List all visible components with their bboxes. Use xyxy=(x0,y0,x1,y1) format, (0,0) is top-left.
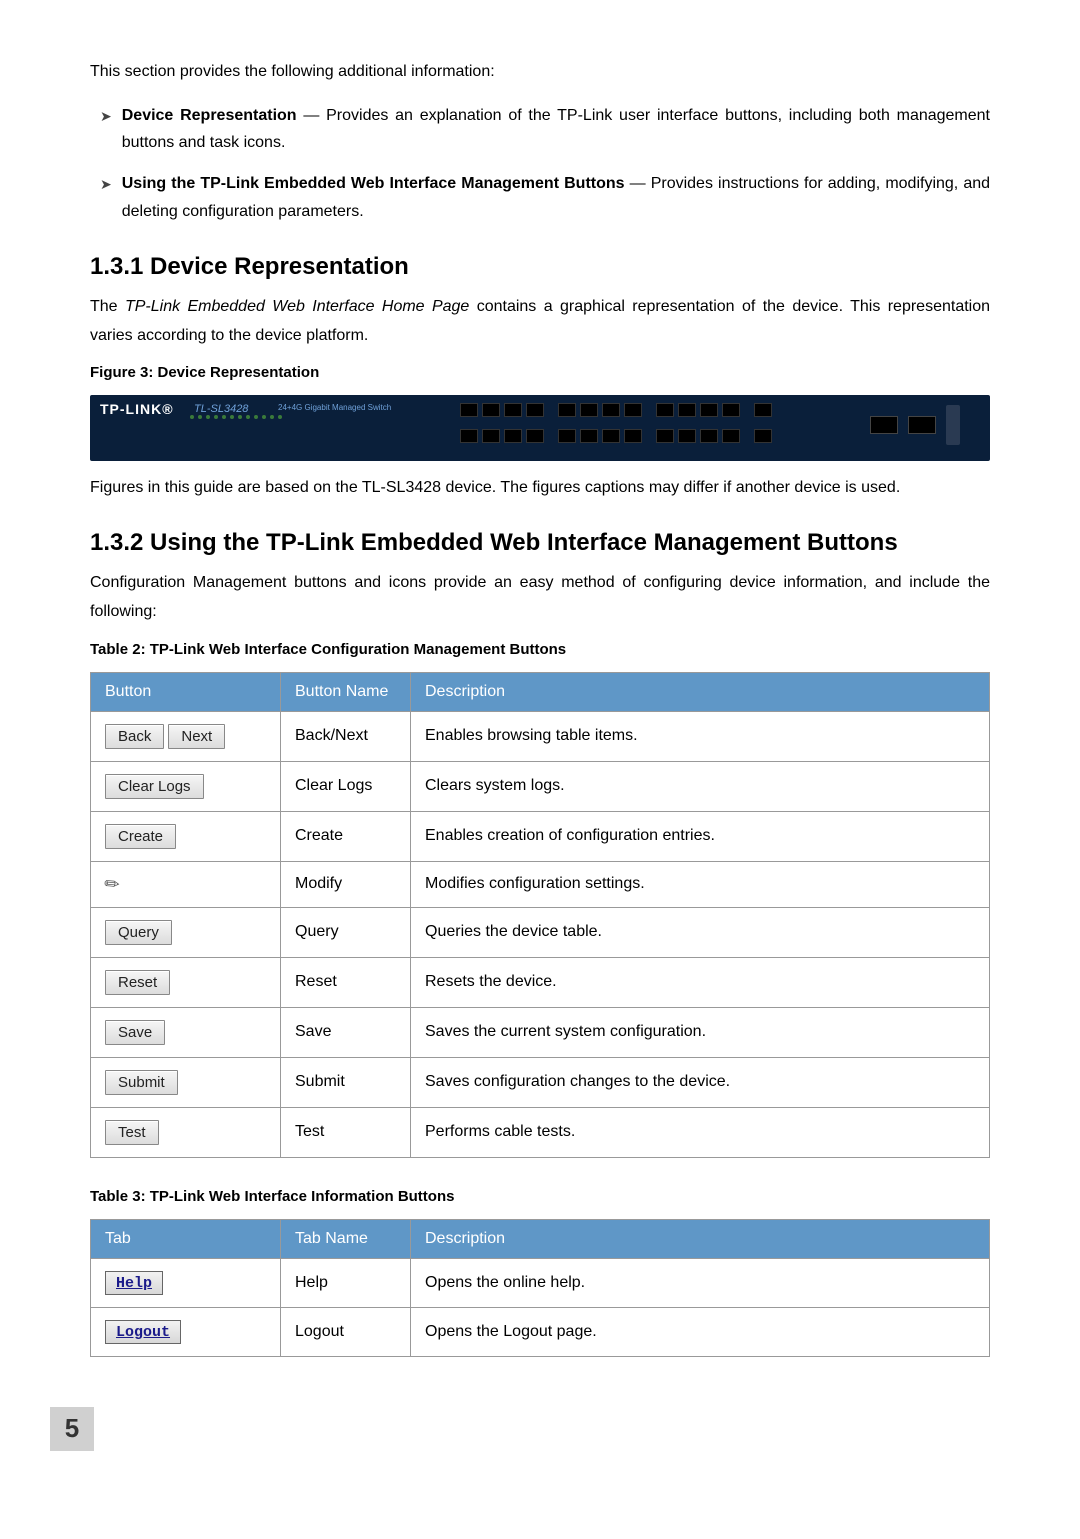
figure-3-caption: Figure 3: Device Representation xyxy=(90,364,990,381)
table-row: QueryQueryQueries the device table. xyxy=(91,907,990,957)
intro-text: This section provides the following addi… xyxy=(90,60,990,84)
table-2-header-button: Button xyxy=(91,672,281,711)
button-cell: Clear Logs xyxy=(91,761,281,811)
back-button[interactable]: Back xyxy=(105,724,164,749)
table-2-caption: Table 2: TP-Link Web Interface Configura… xyxy=(90,641,990,658)
save-button[interactable]: Save xyxy=(105,1020,165,1045)
button-name-cell: Create xyxy=(281,811,411,861)
button-desc-cell: Enables browsing table items. xyxy=(411,711,990,761)
tab-desc-cell: Opens the online help. xyxy=(411,1258,990,1307)
bullet-list: ➤ Device Representation — Provides an ex… xyxy=(100,102,990,225)
table-row: ✎ ModifyModifies configuration settings. xyxy=(91,861,990,907)
button-name-cell: Save xyxy=(281,1007,411,1057)
table-3-header-tab: Tab xyxy=(91,1219,281,1258)
query-button[interactable]: Query xyxy=(105,920,172,945)
help-link-button[interactable]: Help xyxy=(105,1271,163,1295)
button-cell: Submit xyxy=(91,1057,281,1107)
button-cell: ✎ xyxy=(91,861,281,907)
test-button[interactable]: Test xyxy=(105,1120,159,1145)
table-row: LogoutLogoutOpens the Logout page. xyxy=(91,1307,990,1356)
table-2-header-desc: Description xyxy=(411,672,990,711)
bullet-item: ➤ Device Representation — Provides an ex… xyxy=(100,102,990,156)
create-button[interactable]: Create xyxy=(105,824,176,849)
device-model: TL-SL3428 xyxy=(194,403,248,415)
table-3-header-name: Tab Name xyxy=(281,1219,411,1258)
button-name-cell: Test xyxy=(281,1107,411,1157)
section-heading-132: 1.3.2 Using the TP-Link Embedded Web Int… xyxy=(90,529,990,557)
submit-button[interactable]: Submit xyxy=(105,1070,178,1095)
table-2-header-name: Button Name xyxy=(281,672,411,711)
pencil-icon[interactable]: ✎ xyxy=(100,871,125,897)
bullet-dash: — xyxy=(297,107,327,124)
table-row: TestTestPerforms cable tests. xyxy=(91,1107,990,1157)
tab-desc-cell: Opens the Logout page. xyxy=(411,1307,990,1356)
device-representation-figure: TP-LINK® TL-SL3428 24+4G Gigabit Managed… xyxy=(90,395,990,461)
button-cell: Reset xyxy=(91,957,281,1007)
table-row: SaveSaveSaves the current system configu… xyxy=(91,1007,990,1057)
button-desc-cell: Clears system logs. xyxy=(411,761,990,811)
button-name-cell: Submit xyxy=(281,1057,411,1107)
button-name-cell: Query xyxy=(281,907,411,957)
button-cell: Create xyxy=(91,811,281,861)
section-131-para: The TP-Link Embedded Web Interface Home … xyxy=(90,293,990,351)
device-brand: TP-LINK® xyxy=(100,401,174,417)
logout-link-button[interactable]: Logout xyxy=(105,1320,181,1344)
page-number: 5 xyxy=(65,1413,79,1444)
button-desc-cell: Performs cable tests. xyxy=(411,1107,990,1157)
button-desc-cell: Resets the device. xyxy=(411,957,990,1007)
tab-name-cell: Help xyxy=(281,1258,411,1307)
reset-button[interactable]: Reset xyxy=(105,970,170,995)
next-button[interactable]: Next xyxy=(168,724,225,749)
table-3-caption: Table 3: TP-Link Web Interface Informati… xyxy=(90,1188,990,1205)
section-heading-131: 1.3.1 Device Representation xyxy=(90,253,990,281)
tab-cell: Logout xyxy=(91,1307,281,1356)
bullet-arrow-icon: ➤ xyxy=(100,173,112,224)
device-desc: 24+4G Gigabit Managed Switch xyxy=(278,403,391,412)
tab-cell: Help xyxy=(91,1258,281,1307)
table-3: Tab Tab Name Description HelpHelpOpens t… xyxy=(90,1219,990,1357)
bullet-arrow-icon: ➤ xyxy=(100,105,112,156)
button-name-cell: Clear Logs xyxy=(281,761,411,811)
button-cell: Test xyxy=(91,1107,281,1157)
button-name-cell: Modify xyxy=(281,861,411,907)
table-row: ResetResetResets the device. xyxy=(91,957,990,1007)
bullet-item: ➤ Using the TP-Link Embedded Web Interfa… xyxy=(100,170,990,224)
table-row: SubmitSubmitSaves configuration changes … xyxy=(91,1057,990,1107)
button-desc-cell: Modifies configuration settings. xyxy=(411,861,990,907)
section-132-para: Configuration Management buttons and ico… xyxy=(90,569,990,627)
button-desc-cell: Saves configuration changes to the devic… xyxy=(411,1057,990,1107)
para-text: The xyxy=(90,298,125,315)
figure-note: Figures in this guide are based on the T… xyxy=(90,475,990,501)
button-cell: Save xyxy=(91,1007,281,1057)
bullet-dash: — xyxy=(625,175,651,192)
button-desc-cell: Queries the device table. xyxy=(411,907,990,957)
button-name-cell: Back/Next xyxy=(281,711,411,761)
button-desc-cell: Saves the current system configuration. xyxy=(411,1007,990,1057)
bullet-title: Using the TP-Link Embedded Web Interface… xyxy=(122,175,625,192)
button-name-cell: Reset xyxy=(281,957,411,1007)
bullet-title: Device Representation xyxy=(122,107,297,124)
table-row: Clear LogsClear LogsClears system logs. xyxy=(91,761,990,811)
table-row: BackNextBack/NextEnables browsing table … xyxy=(91,711,990,761)
table-3-header-desc: Description xyxy=(411,1219,990,1258)
tab-name-cell: Logout xyxy=(281,1307,411,1356)
table-row: HelpHelpOpens the online help. xyxy=(91,1258,990,1307)
button-desc-cell: Enables creation of configuration entrie… xyxy=(411,811,990,861)
button-cell: Query xyxy=(91,907,281,957)
table-2: Button Button Name Description BackNextB… xyxy=(90,672,990,1158)
button-cell: BackNext xyxy=(91,711,281,761)
para-italic: TP-Link Embedded Web Interface Home Page xyxy=(125,298,469,315)
clear-logs-button[interactable]: Clear Logs xyxy=(105,774,204,799)
table-row: CreateCreateEnables creation of configur… xyxy=(91,811,990,861)
page-number-box: 5 xyxy=(50,1407,94,1451)
